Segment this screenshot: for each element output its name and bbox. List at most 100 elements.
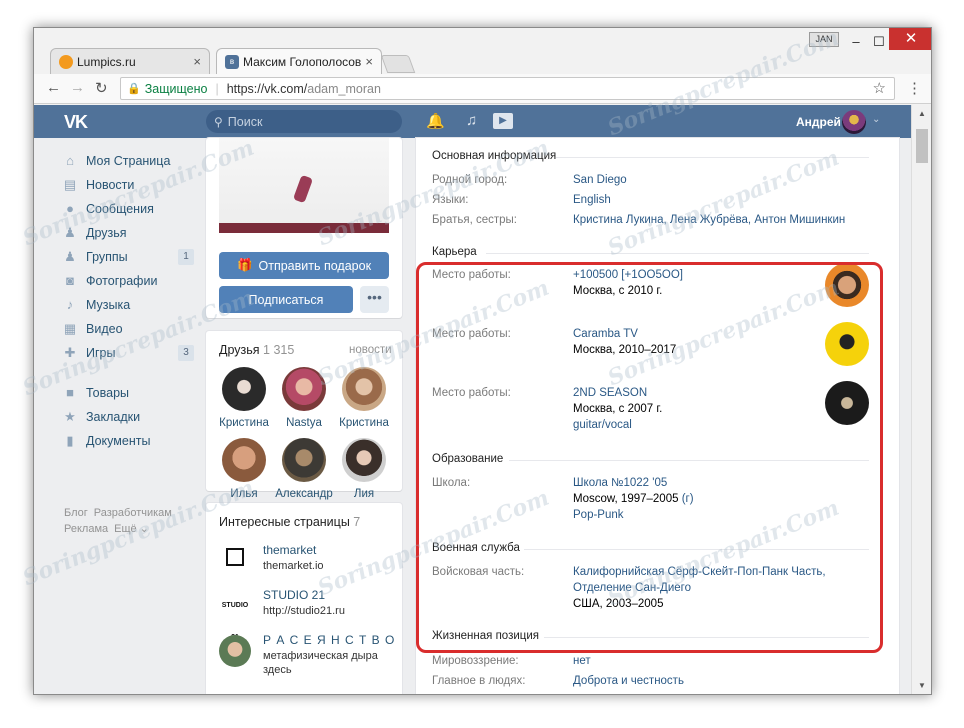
friend-name: Nastya [286,417,322,429]
video-play-icon[interactable]: ▶ [493,113,513,129]
vk-logo[interactable]: VK [64,112,88,133]
browser-menu-icon[interactable]: ⋮ [907,79,922,97]
military-entry: Калифорнийская Сёрф-Скейт-Поп-Панк Часть… [573,564,826,612]
new-tab-button[interactable] [380,55,416,73]
sidebar-item-video[interactable]: ▦ Видео [62,317,192,341]
footer-link-more[interactable]: Ещё ⌄ [114,523,149,535]
profile-photo-card: 🎁 Отправить подарок Подписаться ••• [206,138,402,318]
friend-name: Александр [275,488,333,500]
friend-item[interactable]: Nastya [274,367,334,429]
current-user-name[interactable]: Андрей [796,115,841,129]
sidebar-item-label: Сообщения [86,202,154,216]
send-gift-button[interactable]: 🎁 Отправить подарок [219,252,389,279]
page-item-themarket[interactable]: themarket themarket.io [219,541,399,585]
maximize-button[interactable]: ☐ [869,32,889,52]
job-role-link[interactable]: guitar/vocal [573,419,632,431]
footer-link-ads[interactable]: Реклама [64,523,108,535]
hometown-link[interactable]: San Diego [573,174,627,186]
sidebar-item-label: Друзья [86,226,127,240]
vk-search-input[interactable]: ⚲ Поиск [206,110,402,133]
tab-title: Максим Голополосов [243,54,362,69]
divider [524,549,869,550]
friend-item[interactable]: Александр [274,438,334,500]
company-logo-100500[interactable] [825,263,869,307]
friends-count: 1 315 [263,343,295,357]
tab-close-icon[interactable]: × [365,54,373,69]
hometown-value: San Diego [573,172,627,188]
friend-avatar [282,367,326,411]
siblings-links[interactable]: Кристина Лукина, Лена Жубрёва, Антон Миш… [573,214,845,226]
profile-badge[interactable]: JAN [809,32,839,47]
sidebar-item-goods[interactable]: ■ Товары [62,381,192,405]
friend-item[interactable]: Кристина [334,367,394,429]
company-logo-2nd-season[interactable] [825,381,869,425]
friend-item[interactable]: Лия [334,438,394,500]
home-icon: ⌂ [66,153,74,168]
military-unit-link-2[interactable]: Отделение Сан-Диего [573,582,691,594]
back-arrow-icon[interactable]: ← [46,79,61,96]
scroll-thumb[interactable] [916,129,928,163]
friends-news-link[interactable]: новости [349,344,392,356]
military-unit-link[interactable]: Калифорнийская Сёрф-Скейт-Поп-Панк Часть… [573,566,826,578]
page-subtitle: метафизическая дыра здесь [263,650,378,676]
company-link[interactable]: 2ND SEASON [573,387,647,399]
vertical-scrollbar[interactable]: ▲ ▼ [911,105,931,694]
sidebar-item-friends[interactable]: ♟ Друзья [62,221,192,245]
company-logo-caramba[interactable] [825,322,869,366]
profile-photo[interactable] [219,138,389,233]
footer-link-developers[interactable]: Разработчикам [94,507,172,519]
address-bar[interactable]: 🔒 Защищено | https://vk.com/adam_moran ☆ [120,77,895,100]
sidebar-item-bookmarks[interactable]: ★ Закладки [62,405,192,429]
sidebar-item-groups[interactable]: ♟ Группы 1 [62,245,194,269]
notifications-bell-icon[interactable]: 🔔 [426,112,445,130]
reload-icon[interactable]: ↻ [95,79,108,97]
school-spec-link[interactable]: Pop-Punk [573,509,624,521]
language-link[interactable]: English [573,194,611,206]
sidebar-item-label: Закладки [86,410,141,424]
worldview-link[interactable]: нет [573,655,591,667]
sidebar-item-label: Группы [86,250,128,264]
page-item-studio21[interactable]: STUDIO 21 STUDIO 21 http://studio21.ru [219,586,399,641]
more-actions-button[interactable]: ••• [360,286,389,313]
scroll-down-icon[interactable]: ▼ [918,681,926,690]
school-link[interactable]: Школа №1022 '05 [573,477,667,489]
sidebar-item-my-page[interactable]: ⌂ Моя Страница [62,149,192,173]
school-class-link[interactable]: (г) [682,493,694,505]
close-window-button[interactable]: ✕ [889,28,931,50]
friend-item[interactable]: Илья [214,438,274,500]
current-user-avatar[interactable] [842,110,866,134]
forward-arrow-icon[interactable]: → [70,79,85,96]
sidebar-item-music[interactable]: ♪ Музыка [62,293,192,317]
tab-lumpics[interactable]: Lumpics.ru × [50,48,210,74]
sidebar-item-label: Моя Страница [86,154,171,168]
sidebar-item-messages[interactable]: ● Сообщения [62,197,192,221]
bookmark-star-icon[interactable]: ☆ [873,79,886,97]
main-in-people-link[interactable]: Доброта и честность [573,675,684,687]
pages-title-text: Интересные страницы [219,515,350,529]
friends-title[interactable]: Друзья 1 315 [219,343,294,357]
footer-link-blog[interactable]: Блог [64,507,88,519]
job-detail: Москва, с 2010 г. [573,285,663,297]
minimize-button[interactable]: – [846,32,866,52]
tab-close-icon[interactable]: × [193,54,201,69]
page-item-raseyanstvo[interactable]: Р А С Е Я Н С Т В О метафизическая дыра … [219,631,399,676]
sidebar-item-photos[interactable]: ◙ Фотографии [62,269,192,293]
military-label: Войсковая часть: [432,566,525,578]
music-note-icon[interactable]: ♫ [466,112,477,129]
company-link[interactable]: Caramba TV [573,328,638,340]
search-icon: ⚲ [214,114,223,129]
sidebar-item-news[interactable]: ▤ Новости [62,173,192,197]
sidebar-item-games[interactable]: ✚ Игры 3 [62,341,194,365]
chevron-down-icon[interactable]: ⌄ [872,114,880,125]
company-link[interactable]: +100500 [+1OO5OO] [573,269,683,281]
friend-item[interactable]: Кристина [214,367,274,429]
subscribe-button[interactable]: Подписаться [219,286,353,313]
friend-avatar [222,367,266,411]
pages-title[interactable]: Интересные страницы 7 [219,515,360,529]
lock-icon: 🔒 [127,83,141,95]
main-in-people-value: Доброта и честность [573,673,684,689]
scroll-up-icon[interactable]: ▲ [918,109,926,118]
sidebar-item-documents[interactable]: ▮ Документы [62,429,192,453]
bag-icon: ■ [66,385,74,400]
tab-vk-profile[interactable]: в Максим Голополосов × [216,48,382,74]
